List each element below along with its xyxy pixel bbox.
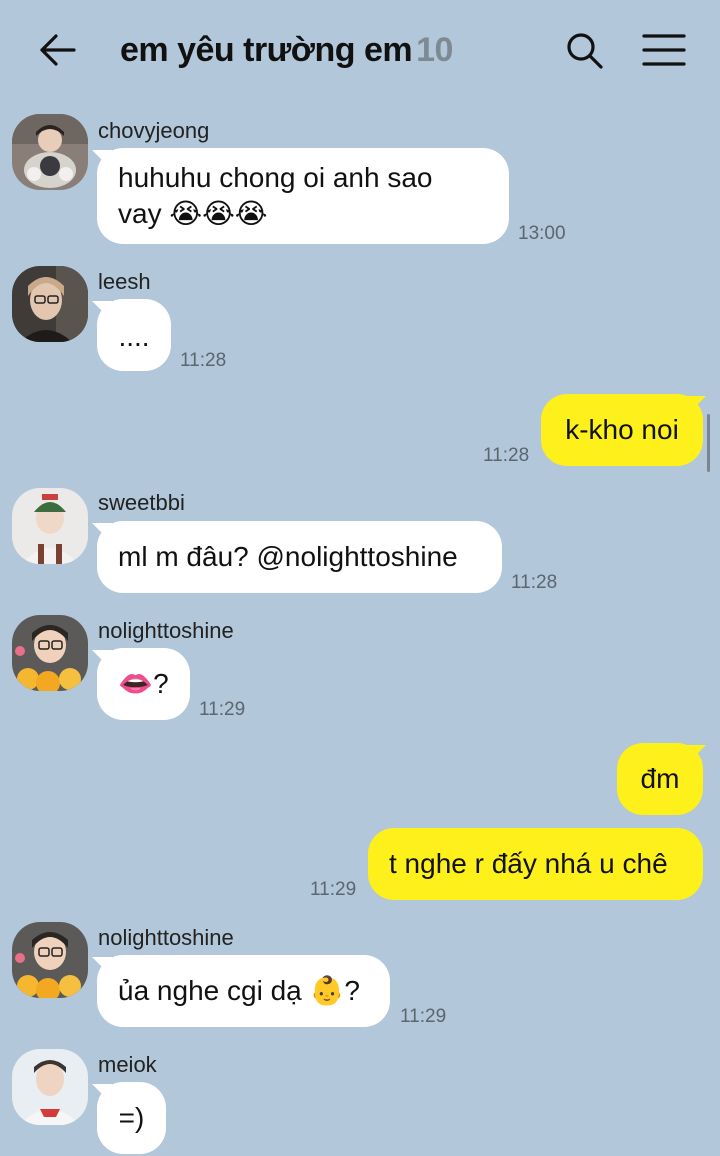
sender-name: sweetbbi bbox=[98, 490, 185, 515]
message-bubble[interactable]: ml m đâu? @nolighttoshine bbox=[97, 521, 502, 593]
message-time: 11:28 bbox=[511, 572, 558, 593]
my-message-bubble[interactable]: t nghe r đấy nhá u chê bbox=[368, 828, 703, 900]
message-time: 11:29 bbox=[310, 879, 357, 900]
message-bubble[interactable]: 👄? bbox=[97, 648, 190, 720]
message-bubble[interactable]: .... bbox=[97, 299, 171, 371]
message-time: 11:28 bbox=[180, 350, 227, 371]
message-text: k-kho noi bbox=[565, 414, 679, 445]
message-bubble[interactable]: ủa nghe cgi dạ 👶? bbox=[97, 955, 390, 1027]
search-icon bbox=[567, 33, 603, 69]
sender-name: leesh bbox=[98, 269, 151, 294]
avatar-meiok[interactable] bbox=[12, 1049, 88, 1125]
message-time: 13:00 bbox=[518, 223, 566, 244]
search-button[interactable] bbox=[564, 30, 604, 70]
bubble-tail bbox=[686, 745, 706, 765]
avatar-leesh[interactable] bbox=[12, 266, 88, 342]
avatar-nolighttoshine[interactable] bbox=[12, 922, 88, 998]
message-text: 👄? bbox=[118, 668, 169, 699]
menu-button[interactable] bbox=[642, 32, 686, 68]
member-count: 10 bbox=[416, 31, 453, 69]
hamburger-menu-icon bbox=[642, 34, 686, 66]
sender-name: meiok bbox=[98, 1052, 157, 1077]
sender-name: nolighttoshine bbox=[98, 925, 234, 950]
message-text: t nghe r đấy nhá u chê bbox=[389, 848, 668, 879]
back-button[interactable] bbox=[36, 30, 80, 70]
avatar-chovyjeong[interactable] bbox=[12, 114, 88, 190]
message-text: ủa nghe cgi dạ 👶? bbox=[118, 975, 360, 1006]
chat-header: em yêu trường em 10 bbox=[0, 0, 720, 100]
avatar-nolighttoshine[interactable] bbox=[12, 615, 88, 691]
chat-title[interactable]: em yêu trường em 10 bbox=[120, 31, 453, 70]
message-time: 11:29 bbox=[400, 1006, 447, 1027]
message-bubble[interactable]: huhuhu chong oi anh sao vay 😭😭😭 bbox=[97, 148, 509, 244]
sender-name: chovyjeong bbox=[98, 118, 210, 143]
avatar-sweetbbi[interactable] bbox=[12, 488, 88, 564]
sender-name: nolighttoshine bbox=[98, 618, 234, 643]
my-message-bubble[interactable]: k-kho noi bbox=[541, 394, 703, 466]
arrow-left-icon bbox=[40, 34, 76, 66]
message-text: đm bbox=[640, 763, 680, 794]
message-text: .... bbox=[118, 321, 150, 352]
message-text: huhuhu chong oi anh sao bbox=[118, 162, 433, 193]
message-time: 11:29 bbox=[199, 699, 246, 720]
message-text: ml m đâu? @nolighttoshine bbox=[118, 541, 458, 572]
message-time: 11:28 bbox=[483, 445, 530, 466]
scrollbar[interactable] bbox=[707, 414, 710, 472]
bubble-tail bbox=[686, 396, 706, 416]
message-text: =) bbox=[118, 1102, 145, 1133]
message-bubble[interactable]: =) bbox=[97, 1082, 166, 1154]
message-text: vay 😭😭😭 bbox=[118, 198, 268, 229]
chat-name: em yêu trường em bbox=[120, 31, 413, 69]
